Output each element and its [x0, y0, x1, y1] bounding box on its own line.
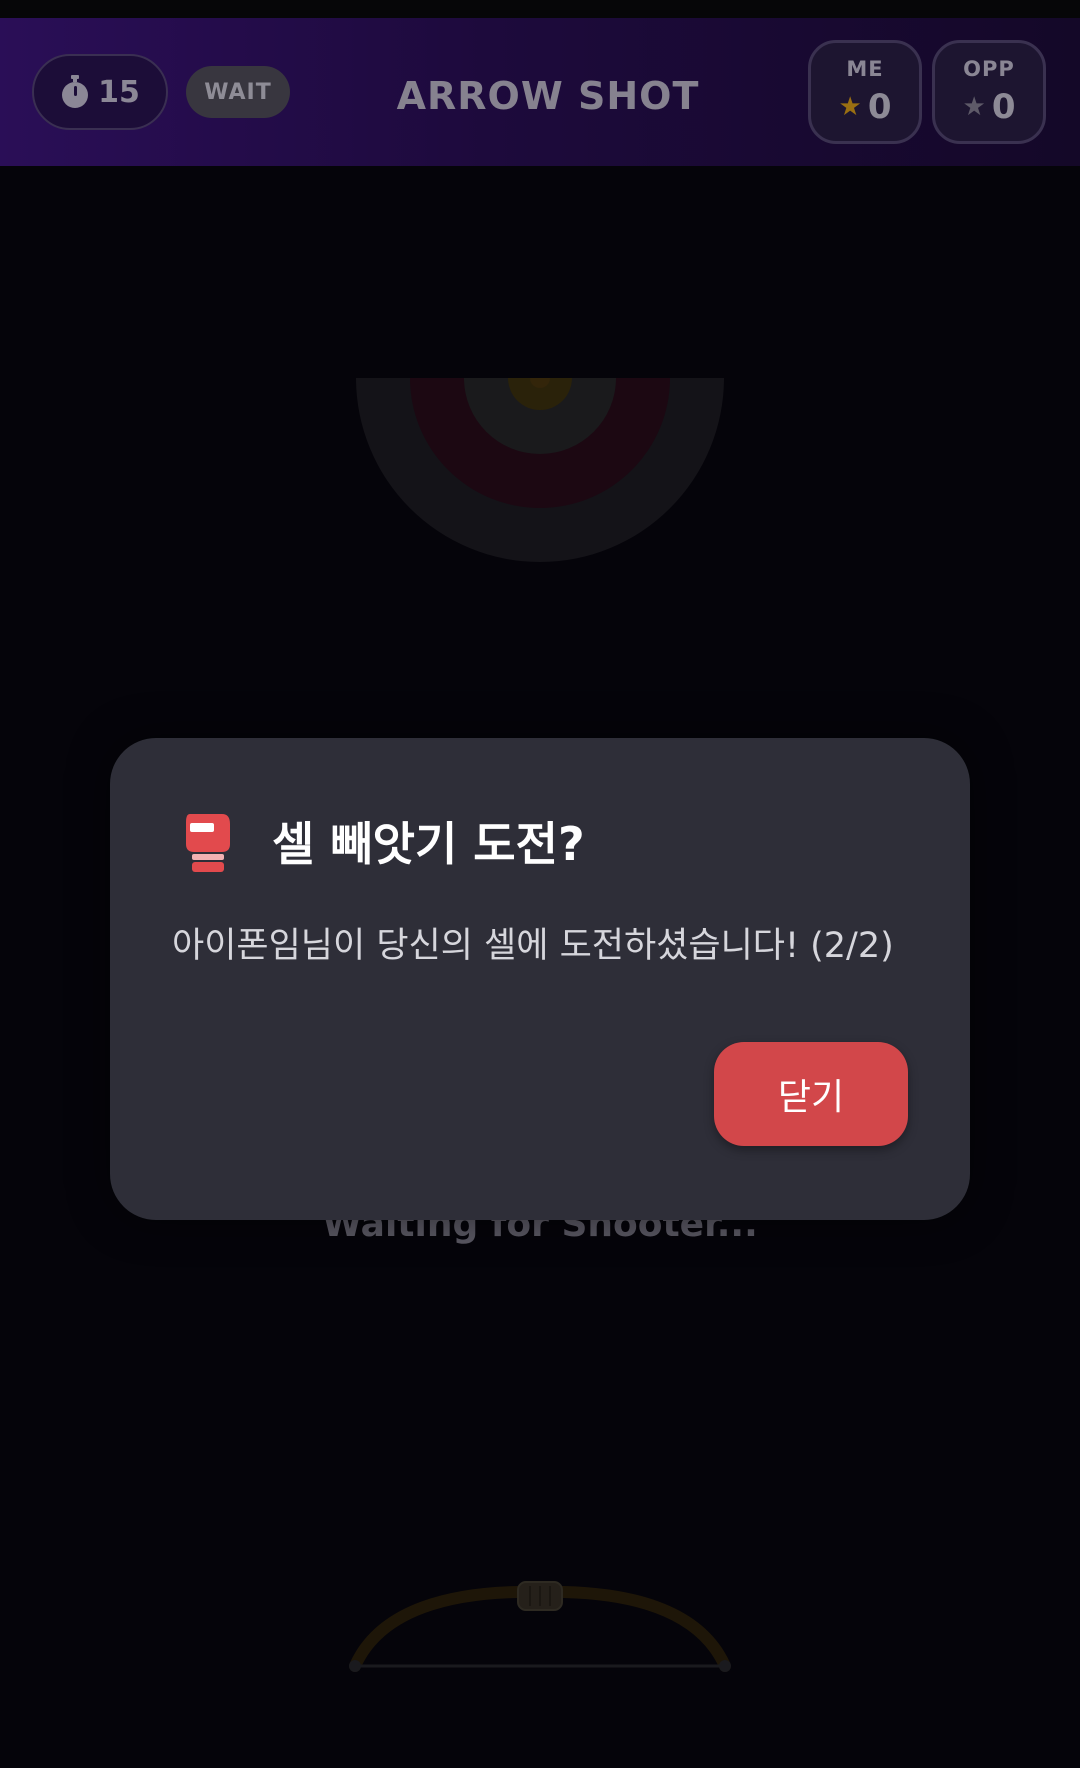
- status-bar: [0, 0, 1080, 18]
- opponent-score-label: OPP: [963, 57, 1015, 81]
- bow-icon: [340, 1570, 740, 1680]
- my-score-box: ME ★ 0: [808, 40, 922, 144]
- game-header: 15 WAIT ARROW SHOT ME ★ 0 OPP ★ 0: [0, 18, 1080, 166]
- opponent-score-value: 0: [991, 87, 1016, 127]
- stopwatch-icon: [60, 75, 90, 109]
- dialog-title: 셀 빼앗기 도전?: [272, 817, 585, 871]
- my-score-label: ME: [846, 57, 884, 81]
- close-button[interactable]: 닫기: [714, 1042, 908, 1146]
- turn-status-badge: WAIT: [186, 66, 290, 118]
- star-icon: ★: [838, 92, 862, 122]
- star-icon: ★: [962, 92, 986, 122]
- game-screen: 15 WAIT ARROW SHOT ME ★ 0 OPP ★ 0 Waitin…: [0, 0, 1080, 1768]
- challenge-dialog: 셀 빼앗기 도전? 아이폰임님이 당신의 셀에 도전하셨습니다! (2/2) 닫…: [110, 738, 970, 1220]
- timer-value: 15: [98, 74, 140, 110]
- dialog-message: 아이폰임님이 당신의 셀에 도전하셨습니다! (2/2): [172, 926, 894, 966]
- opponent-score-box: OPP ★ 0: [932, 40, 1046, 144]
- game-title: ARROW SHOT: [396, 74, 700, 118]
- target-icon: [356, 378, 724, 562]
- my-score-value: 0: [867, 87, 892, 127]
- timer-pill: 15: [32, 54, 168, 130]
- boxing-glove-icon: [182, 810, 234, 874]
